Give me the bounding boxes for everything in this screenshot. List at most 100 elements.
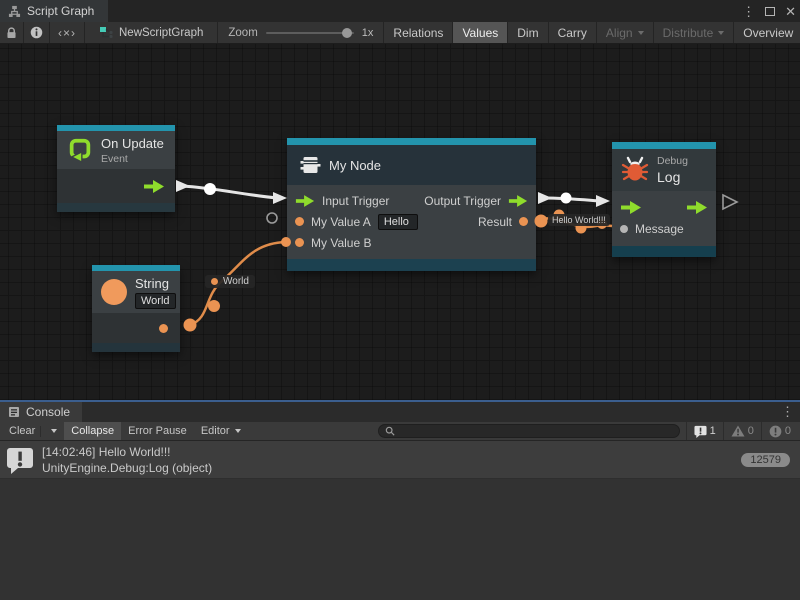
chevron-down-icon: [718, 31, 724, 35]
relations-button[interactable]: Relations: [384, 22, 453, 43]
graph-reference[interactable]: NewScriptGraph: [85, 22, 218, 43]
node-debug-log[interactable]: Debug Log Message: [612, 142, 716, 257]
close-icon[interactable]: ✕: [785, 5, 796, 18]
node-footer: [612, 246, 716, 257]
window-tab-bar: Script Graph ⋮ ✕: [0, 0, 800, 22]
value-input-port[interactable]: [620, 225, 628, 233]
graph-icon: [8, 5, 21, 18]
node-body: [92, 313, 180, 343]
error-icon: [769, 425, 782, 438]
node-footer: [287, 259, 536, 271]
distribute-dropdown[interactable]: Distribute: [654, 22, 735, 43]
window-controls: ⋮ ✕: [742, 0, 796, 22]
script-graph-asset-icon: [99, 26, 113, 39]
log-info-icon: [6, 446, 34, 474]
graph-name: NewScriptGraph: [119, 27, 203, 39]
info-count-badge[interactable]: 1: [686, 422, 723, 440]
trigger-output-port[interactable]: [686, 201, 708, 214]
lock-button[interactable]: [0, 22, 24, 43]
tab-label: Script Graph: [27, 4, 94, 18]
port-row: [612, 196, 716, 218]
port-row: Input Trigger Output Trigger: [287, 190, 536, 211]
port-label: Output Trigger: [424, 194, 501, 208]
window-menu-icon[interactable]: ⋮: [742, 5, 755, 18]
wire-onupdate-to-inputtrigger[interactable]: [176, 180, 287, 204]
unit-box-icon: [297, 153, 321, 177]
overview-button[interactable]: Overview: [734, 22, 800, 43]
log-line-2: UnityEngine.Debug:Log (object): [42, 460, 212, 476]
search-icon: [385, 426, 395, 436]
value-input-port[interactable]: [295, 217, 304, 226]
node-title: My Node: [329, 158, 381, 173]
node-title: On Update: [101, 136, 164, 151]
values-button[interactable]: Values: [453, 22, 508, 43]
node-body: Message: [612, 191, 716, 246]
string-literal-icon: [100, 278, 128, 306]
log-line-1: [14:02:46] Hello World!!!: [42, 444, 212, 460]
zoom-control: Zoom 1x: [218, 22, 384, 43]
tab-label: Console: [26, 405, 70, 419]
graph-canvas[interactable]: World Hello World!!! On Update Event: [0, 44, 800, 400]
node-subtitle: Debug: [657, 155, 688, 167]
code-icon: ‹×›: [58, 26, 76, 40]
lock-icon: [6, 27, 17, 39]
console-toolbar: Clear Collapse Error Pause Editor 1 0: [0, 422, 800, 441]
node-body: [57, 169, 175, 203]
zoom-slider-handle[interactable]: [342, 28, 352, 38]
node-my-node[interactable]: My Node Input Trigger Output Trigger: [287, 138, 536, 271]
trigger-input-port[interactable]: [295, 195, 315, 207]
node-title: Log: [657, 169, 680, 185]
editor-dropdown[interactable]: Editor: [194, 422, 248, 440]
log-empty-area[interactable]: [0, 479, 800, 600]
zoom-slider[interactable]: [266, 32, 354, 34]
dim-button[interactable]: Dim: [508, 22, 548, 43]
log-text: [14:02:46] Hello World!!! UnityEngine.De…: [42, 444, 212, 476]
node-on-update[interactable]: On Update Event: [57, 125, 175, 212]
console-search[interactable]: [378, 424, 680, 438]
wire-outputtrigger-to-debuglog[interactable]: [538, 192, 610, 207]
trigger-input-port[interactable]: [620, 201, 642, 214]
error-pause-toggle[interactable]: Error Pause: [121, 422, 194, 440]
value-input-port[interactable]: [295, 238, 304, 247]
tab-script-graph[interactable]: Script Graph: [0, 0, 108, 22]
search-input[interactable]: [399, 425, 673, 437]
zoom-value: 1x: [362, 27, 374, 39]
node-header: String World: [92, 271, 180, 313]
chevron-down-icon: [638, 31, 644, 35]
value-output-port[interactable]: [159, 324, 168, 333]
collapse-count-badge: 12579: [741, 453, 790, 467]
console-menu-icon[interactable]: ⋮: [781, 404, 794, 420]
node-body: Input Trigger Output Trigger My Value A …: [287, 185, 536, 259]
node-header: My Node: [287, 145, 536, 185]
trigger-output-port[interactable]: [143, 180, 165, 193]
console-panel: Console ⋮ Clear Collapse Error Pause Edi…: [0, 400, 800, 600]
node-subtitle: Event: [101, 153, 128, 165]
console-icon: [8, 406, 20, 418]
chevron-down-icon: [235, 429, 241, 433]
trigger-output-port[interactable]: [508, 195, 528, 207]
node-string-literal[interactable]: String World: [92, 265, 180, 352]
code-view-button[interactable]: ‹×›: [50, 22, 85, 43]
update-event-icon: [67, 137, 93, 163]
port-row: Message: [612, 218, 716, 240]
warning-count-badge[interactable]: 0: [723, 422, 761, 440]
value-dot-icon: [211, 278, 218, 285]
value-output-port[interactable]: [519, 217, 528, 226]
unconnected-port-ring: [267, 213, 277, 223]
wire-value-label-hello-world: Hello World!!!: [548, 214, 610, 226]
tab-console[interactable]: Console: [0, 402, 82, 422]
maximize-icon[interactable]: [765, 7, 775, 16]
chevron-down-icon: [51, 429, 57, 433]
node-accent-strip: [612, 142, 716, 149]
string-value-field[interactable]: World: [135, 293, 176, 309]
align-dropdown[interactable]: Align: [597, 22, 654, 43]
my-value-a-field[interactable]: Hello: [378, 214, 418, 230]
carry-button[interactable]: Carry: [549, 22, 597, 43]
info-button[interactable]: [24, 22, 50, 43]
error-count-badge[interactable]: 0: [761, 422, 798, 440]
clear-button[interactable]: Clear: [2, 422, 64, 440]
log-entry[interactable]: [14:02:46] Hello World!!! UnityEngine.De…: [0, 441, 800, 479]
collapse-toggle[interactable]: Collapse: [64, 422, 121, 440]
warning-icon: [731, 425, 745, 437]
unconnected-arrow-outline: [723, 195, 737, 209]
